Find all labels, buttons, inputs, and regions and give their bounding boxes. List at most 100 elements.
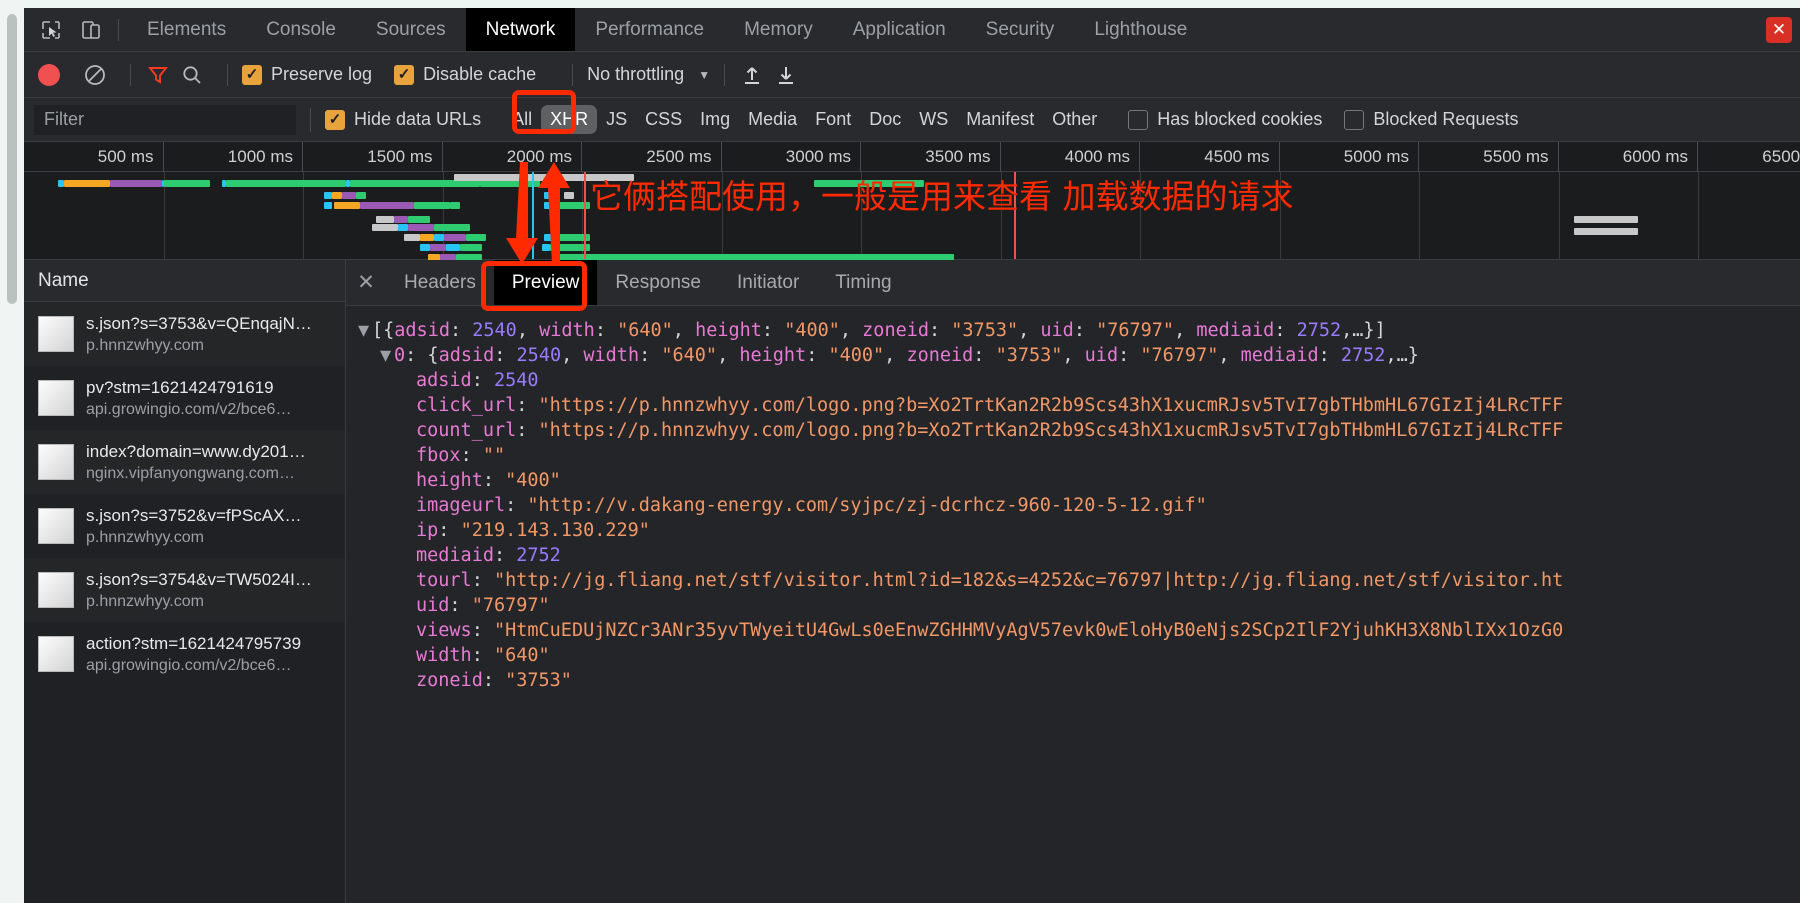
throttling-value[interactable]: No throttling [587,64,684,85]
request-list-header[interactable]: Name [24,260,345,302]
tab-network[interactable]: Network [465,8,576,51]
json-line[interactable]: ▼ 0: {adsid: 2540, width: "640", height: … [358,343,1800,368]
filter-type-other[interactable]: Other [1043,105,1106,134]
scrollbar-thumb[interactable] [7,14,17,304]
filter-type-doc[interactable]: Doc [860,105,910,134]
overview-request-bar[interactable] [450,202,460,209]
overview-request-bar[interactable] [446,244,460,251]
overview-request-bar[interactable] [164,180,210,187]
json-line[interactable]: height: "400" [358,468,1800,493]
clear-icon[interactable] [82,62,108,88]
filter-type-media[interactable]: Media [739,105,806,134]
json-line[interactable]: fbox: "" [358,443,1800,468]
overview-request-bar[interactable] [110,180,162,187]
filter-input[interactable] [34,104,296,135]
overview-request-bar[interactable] [544,234,552,241]
overview-request-bar[interactable] [376,216,394,223]
overview-request-bar[interactable] [544,192,552,199]
request-row[interactable]: index?domain=www.dy201… nginx.vipfanyongw… [24,430,345,494]
json-line[interactable]: tourl: "http://jg.fliang.net/stf/visitor… [358,568,1800,593]
overview-request-bar[interactable] [544,202,554,209]
tab-application[interactable]: Application [833,8,966,51]
overview-request-bar[interactable] [480,180,540,187]
request-row[interactable]: s.json?s=3754&v=TW5024I… p.hnnzwhyy.com [24,558,345,622]
hide-data-urls-box[interactable] [325,109,345,130]
tab-lighthouse[interactable]: Lighthouse [1074,8,1207,51]
overview-request-bar[interactable] [356,192,366,199]
json-line[interactable]: ip: "219.143.130.229" [358,518,1800,543]
network-overview[interactable]: 500 ms 1000 ms 1500 ms 2000 ms 2500 ms 3000 m… [24,142,1800,267]
request-list-body[interactable]: s.json?s=3753&v=QEnqajN… p.hnnzwhyy.com pv… [24,302,345,903]
filter-type-manifest[interactable]: Manifest [957,105,1043,134]
overview-request-bar[interactable] [814,180,924,187]
overview-waterfall[interactable] [24,172,1800,267]
json-line[interactable]: views: "HtmCuEDUjNZCr3ANr35yvTWyeitU4GwL… [358,618,1800,643]
overview-request-bar[interactable] [434,224,470,231]
overview-request-bar[interactable] [460,244,482,251]
overview-request-bar[interactable] [1574,228,1638,235]
request-row[interactable]: s.json?s=3753&v=QEnqajN… p.hnnzwhyy.com [24,302,345,366]
disable-cache-checkbox[interactable]: Disable cache [394,64,536,85]
host-page-scrollbar[interactable] [0,0,24,903]
tab-console[interactable]: Console [246,8,356,51]
search-icon[interactable] [179,62,205,88]
close-icon[interactable]: ✕ [1766,16,1792,43]
overview-request-bar[interactable] [394,216,408,223]
overview-request-bar[interactable] [1574,216,1638,223]
overview-request-bar[interactable] [398,224,408,231]
export-har-icon[interactable] [773,62,799,88]
json-line[interactable]: uid: "76797" [358,593,1800,618]
overview-request-bar[interactable] [332,192,342,199]
disclosure-triangle-icon[interactable]: ▼ [380,343,394,368]
overview-request-bar[interactable] [372,224,398,231]
filter-type-xhr[interactable]: XHR [541,105,598,134]
detail-tab-preview[interactable]: Preview [493,260,598,305]
detail-tab-timing[interactable]: Timing [817,260,909,305]
overview-request-bar[interactable] [414,202,450,209]
overview-request-bar[interactable] [226,180,346,187]
json-preview-tree[interactable]: ▼ [{adsid: 2540, width: "640", height: "4… [358,318,1800,693]
blocked-requests-checkbox[interactable]: Blocked Requests [1344,109,1518,130]
preview-body[interactable]: ▼ [{adsid: 2540, width: "640", height: "4… [346,306,1800,903]
detail-tab-response[interactable]: Response [597,260,719,305]
tab-security[interactable]: Security [966,8,1075,51]
detail-tab-initiator[interactable]: Initiator [719,260,817,305]
overview-request-bar[interactable] [342,192,356,199]
tab-memory[interactable]: Memory [724,8,833,51]
has-blocked-cookies-checkbox[interactable]: Has blocked cookies [1128,109,1322,130]
overview-request-bar[interactable] [420,234,434,241]
overview-request-bar[interactable] [350,180,480,187]
filter-type-js[interactable]: JS [597,105,636,134]
filter-type-all[interactable]: All [503,105,541,134]
json-line[interactable]: imageurl: "http://v.dakang-energy.com/sy… [358,493,1800,518]
tab-sources[interactable]: Sources [356,8,466,51]
request-row[interactable]: action?stm=1621424795739 api.growingio.co… [24,622,345,686]
request-row[interactable]: s.json?s=3752&v=fPScAX… p.hnnzwhyy.com [24,494,345,558]
filter-type-ws[interactable]: WS [910,105,957,134]
overview-request-bar[interactable] [324,192,332,199]
overview-request-bar[interactable] [430,244,446,251]
chevron-down-icon[interactable]: ▼ [698,68,710,82]
overview-request-bar[interactable] [404,234,420,241]
disclosure-triangle-icon[interactable]: ▼ [358,318,372,343]
disable-cache-box[interactable] [394,64,415,85]
overview-request-bar[interactable] [466,234,486,241]
overview-request-bar[interactable] [360,202,414,209]
detail-tab-headers[interactable]: Headers [386,260,494,305]
overview-request-bar[interactable] [564,192,574,199]
overview-request-bar[interactable] [542,244,550,251]
json-line[interactable]: ▼ [{adsid: 2540, width: "640", height: "4… [358,318,1800,343]
request-row[interactable]: pv?stm=1621424791619 api.growingio.com/v2… [24,366,345,430]
overview-request-bar[interactable] [334,202,360,209]
filter-type-font[interactable]: Font [806,105,860,134]
record-icon[interactable] [38,63,60,86]
overview-request-bar[interactable] [408,224,434,231]
overview-request-bar[interactable] [408,216,430,223]
preserve-log-checkbox[interactable]: Preserve log [242,64,372,85]
overview-request-bar[interactable] [454,174,634,181]
cursor-select-icon[interactable] [38,17,64,43]
overview-request-bar[interactable] [64,180,110,187]
has-blocked-cookies-box[interactable] [1128,109,1149,130]
import-har-icon[interactable] [739,62,765,88]
json-line[interactable]: adsid: 2540 [358,368,1800,393]
